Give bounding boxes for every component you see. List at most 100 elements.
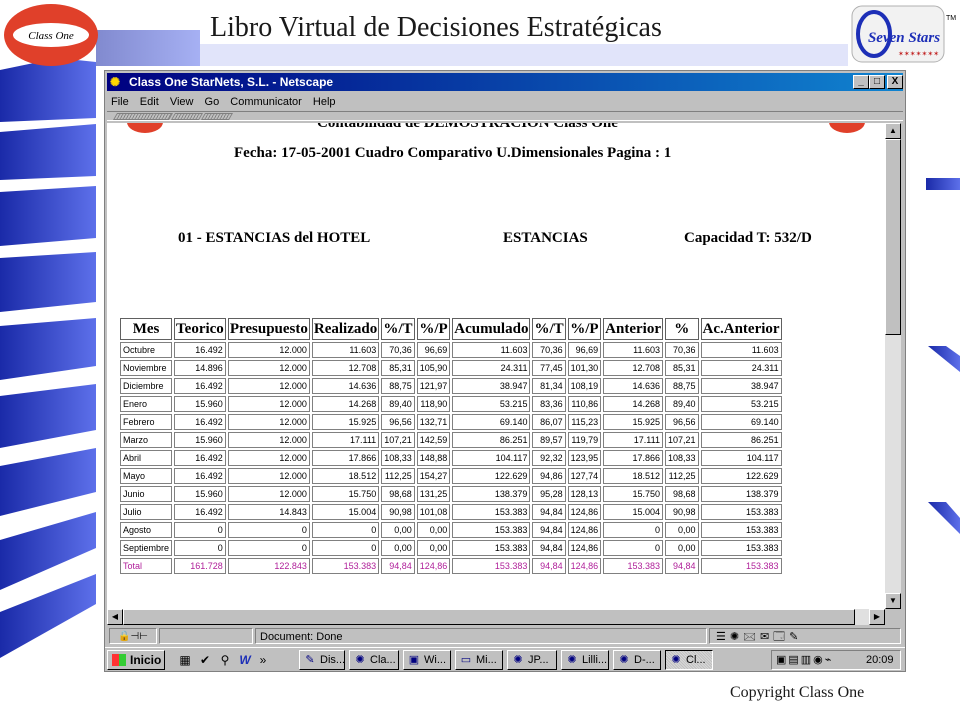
value-cell: 24.311 <box>700 360 782 376</box>
value-cell: 70,36 <box>381 342 415 358</box>
horizontal-scrollbar[interactable]: ◀ ▶ <box>107 609 885 625</box>
column-header: Presupuesto <box>227 318 310 340</box>
window-titlebar[interactable]: ✺ Class One StarNets, S.L. - Netscape _ … <box>107 73 903 91</box>
value-cell: 89,40 <box>664 396 699 412</box>
value-cell: 138.379 <box>700 486 782 502</box>
scroll-down-button[interactable]: ▼ <box>885 593 901 609</box>
vertical-scroll-thumb[interactable] <box>885 139 901 335</box>
window-title: Class One StarNets, S.L. - Netscape <box>129 75 334 89</box>
value-cell: 0 <box>174 540 226 556</box>
scroll-left-button[interactable]: ◀ <box>107 609 123 625</box>
scroll-up-button[interactable]: ▲ <box>885 123 901 139</box>
value-cell: 17.111 <box>603 432 663 448</box>
value-cell: 153.383 <box>700 504 782 520</box>
search-icon[interactable]: ⚲ <box>217 652 233 668</box>
value-cell: 94,84 <box>381 558 415 574</box>
value-cell: 0 <box>311 522 380 538</box>
task-button-3[interactable]: ▣ Wi... <box>403 650 451 670</box>
table-row: Septiembre 0 0 0 0,00 0,00 153.383 94,84 124,86 0… <box>120 540 782 556</box>
comparison-table: Mes Teorico Presupuesto Realizado %/T %/P Acum… <box>118 316 784 576</box>
tray-icons[interactable]: ▣▤▥◉⌁ <box>776 651 833 669</box>
value-cell: 89,57 <box>532 432 566 448</box>
menu-go[interactable]: Go <box>205 93 220 111</box>
presentation-icon: ✎ <box>305 654 315 666</box>
value-cell: 17.866 <box>311 450 380 466</box>
value-cell: 12.000 <box>227 360 310 376</box>
value-cell: 12.000 <box>227 342 310 358</box>
scroll-right-button[interactable]: ▶ <box>869 609 885 625</box>
menu-communicator[interactable]: Communicator <box>230 93 302 111</box>
value-cell: 104.117 <box>452 450 531 466</box>
column-header: Realizado <box>311 318 380 340</box>
value-cell: 153.383 <box>452 558 531 574</box>
table-row: Diciembre 16.492 12.000 14.636 88,75 121,97 38… <box>120 378 782 394</box>
system-tray: ▣▤▥◉⌁ 20:09 <box>771 650 901 670</box>
table-row: Noviembre 14.896 12.000 12.708 85,31 105,90 24… <box>120 360 782 376</box>
task-button-8-active[interactable]: ✺ Cl... <box>665 650 713 670</box>
clock: 20:09 <box>866 654 894 666</box>
task-button-1[interactable]: ✎ Dis... <box>299 650 345 670</box>
table-row: Octubre 16.492 12.000 11.603 70,36 96,69 11.60… <box>120 342 782 358</box>
minimize-button[interactable]: _ <box>853 75 869 89</box>
value-cell: 108,19 <box>567 378 602 394</box>
menu-help[interactable]: Help <box>313 93 336 111</box>
security-icon[interactable]: 🔒⊣⊢ <box>109 628 157 644</box>
menu-view[interactable]: View <box>170 93 194 111</box>
column-header: Mes <box>120 318 173 340</box>
value-cell: 127,74 <box>567 468 602 484</box>
value-cell: 153.383 <box>452 522 531 538</box>
word-icon[interactable]: W <box>237 652 253 668</box>
column-header: %/T <box>381 318 415 340</box>
value-cell: 108,33 <box>381 450 415 466</box>
value-cell: 153.383 <box>311 558 380 574</box>
logo-right-tm: TM <box>946 15 956 22</box>
month-cell: Agosto <box>120 522 173 538</box>
value-cell: 69.140 <box>700 414 782 430</box>
value-cell: 38.947 <box>700 378 782 394</box>
value-cell: 15.750 <box>603 486 663 502</box>
task-button-6[interactable]: ✺ Lilli... <box>561 650 609 670</box>
status-text: Document: Done <box>255 628 707 644</box>
start-button[interactable]: Inicio <box>107 650 165 670</box>
column-header: Ac.Anterior <box>700 318 782 340</box>
horizontal-scroll-thumb[interactable] <box>123 609 855 625</box>
value-cell: 12.000 <box>227 486 310 502</box>
personal-toolbar-tab[interactable] <box>200 113 234 120</box>
value-cell: 118,90 <box>416 396 451 412</box>
table-row: Febrero 16.492 12.000 15.925 96,56 132,71 69.1… <box>120 414 782 430</box>
window-icon: ▭ <box>460 654 472 666</box>
navigation-toolbar-tab[interactable] <box>112 113 174 120</box>
value-cell: 124,86 <box>567 504 602 520</box>
task-button-2[interactable]: ✺ Cla... <box>349 650 399 670</box>
location-toolbar-tab[interactable] <box>170 113 204 120</box>
menu-file[interactable]: File <box>111 93 129 111</box>
vertical-scrollbar[interactable]: ▲ ▼ <box>885 123 901 609</box>
value-cell: 124,86 <box>567 558 602 574</box>
task-button-4[interactable]: ▭ Mi... <box>455 650 503 670</box>
value-cell: 132,71 <box>416 414 451 430</box>
value-cell: 86.251 <box>700 432 782 448</box>
value-cell: 153.383 <box>452 540 531 556</box>
disk-icon: ▣ <box>408 654 420 666</box>
value-cell: 86.251 <box>452 432 531 448</box>
copyright-text: Copyright Class One <box>730 684 865 701</box>
desktop-icon[interactable]: ▦ <box>177 652 193 668</box>
value-cell: 11.603 <box>311 342 380 358</box>
component-bar-icons[interactable]: ☰✺🖂✉🗔✎ <box>709 628 901 644</box>
status-bar: 🔒⊣⊢ Document: Done ☰✺🖂✉🗔✎ <box>107 627 903 645</box>
task-button-7[interactable]: ✺ D-... <box>613 650 661 670</box>
value-cell: 12.000 <box>227 450 310 466</box>
outlook-icon[interactable]: ✔ <box>197 652 213 668</box>
close-button[interactable]: X <box>887 75 903 89</box>
value-cell: 105,90 <box>416 360 451 376</box>
maximize-button[interactable]: □ <box>869 75 885 89</box>
report-company-header: Contabilidad de DEMOSTRACION Class One <box>317 123 618 131</box>
quicklaunch-more-icon[interactable]: » <box>255 652 271 668</box>
value-cell: 90,98 <box>664 504 699 520</box>
value-cell: 12.000 <box>227 396 310 412</box>
value-cell: 94,84 <box>532 558 566 574</box>
menu-edit[interactable]: Edit <box>140 93 159 111</box>
value-cell: 153.383 <box>452 504 531 520</box>
task-button-5[interactable]: ✺ JP... <box>507 650 557 670</box>
table-header-row: Mes Teorico Presupuesto Realizado %/T %/P Acum… <box>120 318 782 340</box>
